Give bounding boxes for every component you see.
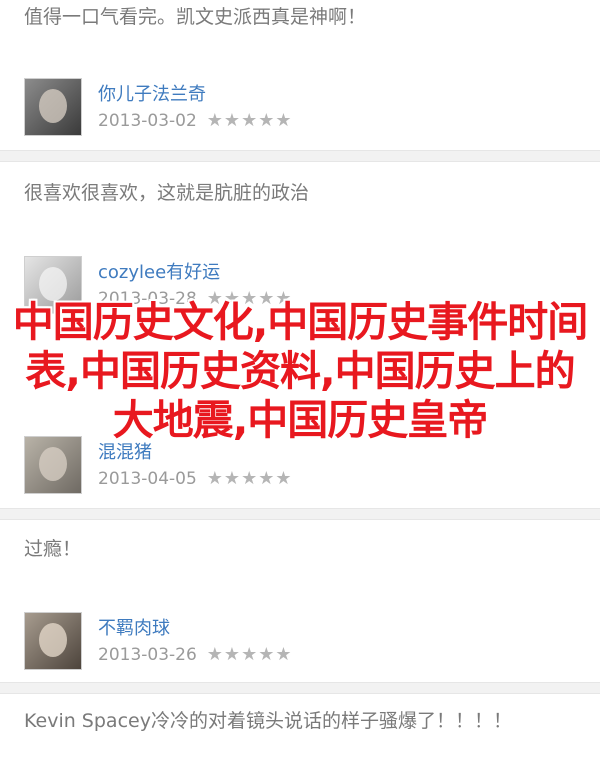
username[interactable]: cozylee有好运 [98,258,220,284]
comment-date: 2013-04-05 [98,469,197,489]
comment-meta: 2013-04-05 ★★★★★ [98,468,292,489]
user-avatar[interactable] [24,256,82,314]
divider [0,682,600,694]
comment-meta: 2013-03-02 ★★★★★ [98,110,292,131]
rating-stars: ★★★★★ [206,110,293,131]
rating-stars: ★★★★★ [206,288,293,309]
user-avatar[interactable] [24,78,82,136]
comment-meta: 2013-03-28 ★★★★★ [98,288,292,309]
username[interactable]: 不羁肉球 [98,614,170,640]
comment-text: 过瘾！ [24,538,82,560]
user-avatar[interactable] [24,612,82,670]
comment-text: 很喜欢很喜欢，这就是肮脏的政治 [24,182,310,204]
comment-meta: 2013-03-26 ★★★★★ [98,644,292,665]
comment-text: 值得一口气看完。凯文史派西真是神啊！ [24,6,367,28]
comment-author-row: cozylee有好运 2013-03-28 ★★★★★ [0,256,600,328]
comment-author-row: 你儿子法兰奇 2013-03-02 ★★★★★ [0,78,600,150]
comment-date: 2013-03-26 [98,645,197,665]
comment-list: 值得一口气看完。凯文史派西真是神啊！ 你儿子法兰奇 2013-03-02 ★★★★… [0,0,600,782]
divider [0,508,600,520]
comment-author-row: 混混猪 2013-04-05 ★★★★★ [0,436,600,508]
rating-stars: ★★★★★ [206,644,293,665]
username[interactable]: 混混猪 [98,438,152,464]
rating-stars: ★★★★★ [206,468,293,489]
comment-author-row: 不羁肉球 2013-03-26 ★★★★★ [0,612,600,684]
divider [0,150,600,162]
comment-text: Kevin Spacey冷冷的对着镜头说话的样子骚爆了！！！！ [24,710,512,732]
comment-date: 2013-03-28 [98,289,197,309]
username[interactable]: 你儿子法兰奇 [98,80,206,106]
user-avatar[interactable] [24,436,82,494]
comment-date: 2013-03-02 [98,111,197,131]
